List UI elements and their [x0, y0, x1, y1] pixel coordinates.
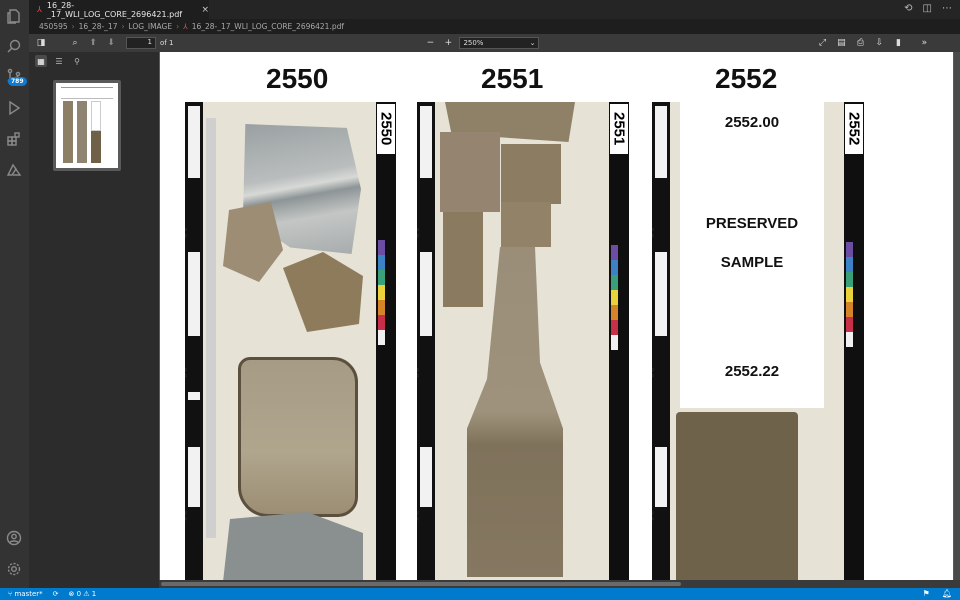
preserved-line1: PRESERVED — [705, 215, 799, 232]
zoom-select[interactable]: 250% ⌄ — [459, 37, 540, 49]
thumbnail-preview — [56, 83, 118, 168]
ruler-label: 10 — [417, 227, 419, 239]
core-tray: 2552.00 PRESERVED SAMPLE 2552.22 — [670, 102, 844, 582]
azure-icon[interactable] — [5, 161, 23, 179]
problems-indicator[interactable]: ⊗ 0 ⚠ 1 — [69, 590, 97, 598]
core-tray — [435, 102, 609, 582]
pdf-viewer[interactable]: 2550 10 20 30 2550 2551 10 20 30 2551 25… — [159, 52, 960, 588]
zoom-in-button[interactable]: + — [441, 36, 455, 50]
chevron-right-icon: › — [176, 22, 180, 31]
tab-actions: ⟲ ◫ ⋯ — [904, 3, 952, 14]
ruler-label: 20 — [185, 367, 187, 379]
core-tray — [203, 102, 376, 582]
sync-icon[interactable]: ⟳ — [53, 590, 59, 598]
pdf-page: 2550 10 20 30 2550 2551 10 20 30 2551 25… — [160, 52, 953, 582]
tab-title: 16_28-_17_WLI_LOG_CORE_2696421.pdf — [46, 0, 183, 19]
attachments-view-icon[interactable]: ⚲ — [71, 55, 83, 67]
core-column: 10 20 30 2550 — [185, 102, 396, 582]
notifications-icon[interactable]: 🔔︎ — [942, 589, 952, 598]
pdf-toolbar: ◨ ⌕ ⬆ ⬇ 1 of 1 − + 250% ⌄ ⤢ ▤ ⎙ ⇩ ▮ » — [29, 34, 960, 52]
print-icon[interactable]: ⎙ — [853, 36, 867, 50]
find-icon[interactable]: ⌕ — [68, 36, 82, 50]
zoom-out-button[interactable]: − — [423, 36, 437, 50]
vertical-scrollbar[interactable] — [954, 52, 960, 580]
extensions-icon[interactable] — [5, 130, 23, 148]
ruler-label: 20 — [417, 367, 419, 379]
zoom-value: 250% — [463, 39, 484, 47]
breadcrumb-item[interactable]: 16_28-_17_WLI_LOG_CORE_2696421.pdf — [192, 22, 344, 31]
status-bar: ⑂ master* ⟳ ⊗ 0 ⚠ 1 ⚑ 🔔︎ — [0, 588, 960, 600]
scale-bar: 2552 — [844, 102, 864, 582]
warning-count: 1 — [91, 590, 97, 598]
settings-icon[interactable] — [5, 560, 23, 578]
breadcrumb-item[interactable]: 450595 — [39, 22, 68, 31]
ruler-label: 10 — [185, 227, 187, 239]
download-icon[interactable]: ⇩ — [872, 36, 886, 50]
ruler-label: 30 — [185, 510, 187, 522]
breadcrumb-item[interactable]: 16_28-_17 — [79, 22, 118, 31]
presentation-mode-icon[interactable]: ⤢ — [815, 36, 829, 50]
preserved-bottom-depth: 2552.22 — [724, 363, 780, 380]
ruler-label: 30 — [652, 510, 654, 522]
core-label: 2551 — [610, 104, 628, 154]
explorer-icon[interactable] — [5, 7, 23, 25]
activity-bar: 789 — [0, 0, 29, 588]
ruler-label: 20 — [652, 367, 654, 379]
split-editor-icon[interactable]: ◫ — [923, 3, 932, 14]
page-number-input[interactable]: 1 — [126, 37, 156, 49]
bookmark-icon[interactable]: ▮ — [891, 36, 905, 50]
outline-view-icon[interactable]: ☰ — [53, 55, 65, 67]
pdf-file-icon: ⅄ — [37, 5, 42, 14]
breadcrumb-item[interactable]: LOG_IMAGE — [128, 22, 172, 31]
account-icon[interactable] — [5, 529, 23, 547]
preserved-line2: SAMPLE — [720, 254, 784, 271]
core-label: 2550 — [377, 104, 395, 154]
open-changes-icon[interactable]: ⟲ — [904, 3, 912, 14]
branch-indicator[interactable]: ⑂ master* — [8, 590, 43, 598]
sidebar-toggle-icon[interactable]: ◨ — [34, 36, 48, 50]
depth-ruler: 10 20 30 — [652, 102, 670, 582]
branch-name: master* — [14, 590, 43, 598]
core-column: 10 20 30 2551 — [417, 102, 629, 582]
scale-bar: 2551 — [609, 102, 629, 582]
chevron-down-icon: ⌄ — [529, 39, 536, 47]
error-count: 0 — [76, 590, 82, 598]
preserved-top-depth: 2552.00 — [724, 114, 780, 131]
preserved-sample-card: 2552.00 PRESERVED SAMPLE 2552.22 — [680, 102, 824, 408]
open-file-icon[interactable]: ▤ — [834, 36, 848, 50]
editor-tab-bar: ⅄ 16_28-_17_WLI_LOG_CORE_2696421.pdf × ⟲… — [29, 0, 960, 19]
next-page-icon[interactable]: ⬇ — [104, 36, 118, 50]
more-actions-icon[interactable]: ⋯ — [942, 3, 952, 14]
ruler-label: 30 — [417, 510, 419, 522]
depth-heading: 2551 — [481, 63, 544, 94]
page-thumbnail[interactable] — [53, 80, 121, 171]
horizontal-scrollbar[interactable] — [159, 580, 960, 588]
search-icon[interactable] — [5, 37, 23, 55]
ruler-label: 10 — [652, 227, 654, 239]
thumbnails-view-icon[interactable]: ▦ — [35, 55, 47, 67]
pdf-file-icon: ⅄ — [183, 22, 188, 31]
breadcrumb: 450595 › 16_28-_17 › LOG_IMAGE › ⅄ 16_28… — [29, 19, 960, 34]
feedback-icon[interactable]: ⚑ — [923, 589, 930, 598]
scale-bar: 2550 — [376, 102, 396, 582]
depth-heading: 2552 — [715, 63, 778, 94]
depth-ruler: 10 20 30 — [417, 102, 435, 582]
page-count: of 1 — [160, 39, 174, 47]
pdf-sidebar: ▦ ☰ ⚲ — [29, 52, 159, 588]
tools-menu-icon[interactable]: » — [917, 36, 931, 50]
editor-tab[interactable]: ⅄ 16_28-_17_WLI_LOG_CORE_2696421.pdf × — [29, 0, 209, 19]
scrollbar-thumb[interactable] — [161, 582, 681, 586]
chevron-right-icon: › — [71, 22, 75, 31]
core-column: 10 20 30 2552.00 PRESERVED SAMPLE 2552.2… — [652, 102, 864, 582]
sidebar-view-tabs: ▦ ☰ ⚲ — [29, 52, 159, 70]
close-tab-icon[interactable]: × — [201, 5, 209, 15]
chevron-right-icon: › — [121, 22, 125, 31]
source-control-badge: 789 — [8, 77, 27, 86]
depth-heading: 2550 — [266, 63, 329, 94]
depth-ruler: 10 20 30 — [185, 102, 203, 582]
previous-page-icon[interactable]: ⬆ — [86, 36, 100, 50]
run-debug-icon[interactable] — [5, 99, 23, 117]
core-label: 2552 — [845, 104, 863, 154]
